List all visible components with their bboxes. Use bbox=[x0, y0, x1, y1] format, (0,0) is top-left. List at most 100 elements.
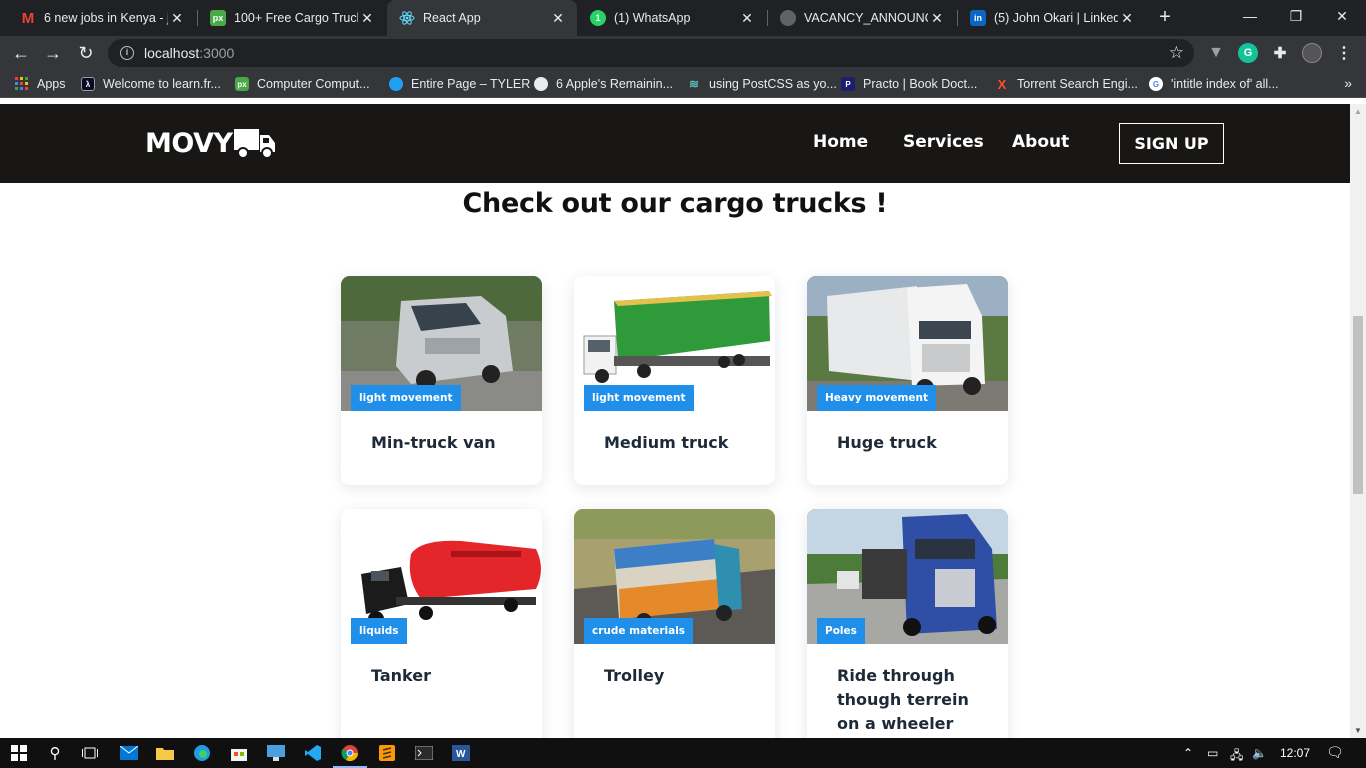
apps-grid-icon bbox=[15, 77, 29, 91]
truck-card[interactable]: light movement Min-truck van bbox=[341, 276, 542, 485]
bookmark-label: Computer Comput... bbox=[257, 77, 370, 91]
wave-icon: ≋ bbox=[688, 77, 700, 91]
scroll-up-icon[interactable]: ▲ bbox=[1354, 107, 1362, 116]
bookmark-label: 6 Apple's Remainin... bbox=[556, 77, 674, 91]
brand-logo[interactable]: MOVY bbox=[145, 126, 276, 160]
back-icon[interactable]: ← bbox=[9, 41, 33, 65]
tab-pixabay[interactable]: px 100+ Free Cargo Trucks ✕ bbox=[198, 0, 386, 36]
x-logo-icon: X bbox=[997, 76, 1007, 92]
chrome-icon[interactable] bbox=[333, 742, 367, 768]
grammarly-icon[interactable]: G bbox=[1238, 43, 1258, 63]
truck-card[interactable]: Poles Ride through though terrein on a w… bbox=[807, 509, 1008, 738]
bookmark-tyler[interactable]: Entire Page – TYLER bbox=[389, 75, 530, 93]
network-icon[interactable]: 🖧 bbox=[1230, 746, 1243, 767]
restore-icon[interactable]: ❐ bbox=[1273, 0, 1319, 32]
nav-home[interactable]: Home bbox=[813, 132, 868, 152]
bookmark-freecodecamp[interactable]: λ Welcome to learn.fr... bbox=[81, 75, 221, 93]
menu-dots-icon[interactable]: ⋮ bbox=[1334, 43, 1354, 63]
nav-services[interactable]: Services bbox=[903, 132, 984, 152]
bookmark-apps[interactable]: Apps bbox=[15, 75, 66, 93]
windows-start-icon[interactable] bbox=[8, 742, 30, 764]
terminal-icon[interactable] bbox=[413, 742, 435, 764]
tab-vacancy[interactable]: VACANCY_ANNOUNCEMENT ✕ bbox=[768, 0, 956, 36]
signup-button[interactable]: SIGN UP bbox=[1119, 123, 1224, 164]
bookmark-apple[interactable]: 6 Apple's Remainin... bbox=[534, 75, 673, 93]
close-tab-icon[interactable]: ✕ bbox=[1118, 10, 1136, 27]
bookmark-label: Welcome to learn.fr... bbox=[103, 77, 221, 91]
store-icon[interactable] bbox=[228, 742, 250, 764]
remote-desktop-icon[interactable] bbox=[265, 742, 287, 764]
mail-icon[interactable] bbox=[118, 742, 140, 764]
page-scrollbar[interactable]: ▲ ▼ bbox=[1350, 104, 1366, 738]
truck-logo-icon bbox=[233, 129, 275, 159]
profile-avatar[interactable] bbox=[1302, 43, 1322, 63]
scroll-thumb[interactable] bbox=[1353, 316, 1363, 494]
new-tab-icon[interactable]: + bbox=[1154, 6, 1176, 28]
reload-icon[interactable]: ↻ bbox=[74, 41, 98, 65]
tab-strip: M 6 new jobs in Kenya - jobs ✕ px 100+ F… bbox=[0, 0, 1366, 36]
word-icon[interactable]: W bbox=[450, 742, 472, 764]
page-heading: Check out our cargo trucks ! bbox=[462, 188, 888, 219]
brand-name: MOVY bbox=[145, 127, 233, 159]
tab-gmail[interactable]: M 6 new jobs in Kenya - jobs ✕ bbox=[8, 0, 196, 36]
close-tab-icon[interactable]: ✕ bbox=[168, 10, 186, 27]
globe-icon bbox=[780, 10, 796, 26]
close-window-icon[interactable]: ✕ bbox=[1319, 0, 1365, 32]
bookmark-computer[interactable]: px Computer Comput... bbox=[235, 75, 370, 93]
truck-card[interactable]: crude materials Trolley bbox=[574, 509, 775, 738]
circle-icon bbox=[389, 77, 403, 91]
sublime-text-icon[interactable] bbox=[376, 742, 398, 764]
bookmark-torrent[interactable]: X Torrent Search Engi... bbox=[995, 75, 1138, 93]
tray-chevron-icon[interactable]: ⌃ bbox=[1183, 746, 1193, 760]
forward-icon[interactable]: → bbox=[41, 41, 65, 65]
address-bar[interactable]: i localhost:3000 ☆ bbox=[108, 39, 1194, 67]
card-title: Huge truck bbox=[837, 433, 937, 452]
site-navbar: MOVY Home Services About SIGN UP bbox=[0, 104, 1350, 183]
bookmark-postcss[interactable]: ≋ using PostCSS as yo... bbox=[687, 75, 837, 93]
gmail-icon: M bbox=[21, 9, 35, 27]
battery-icon[interactable]: ▭ bbox=[1207, 746, 1218, 760]
bookmark-practo[interactable]: P Practo | Book Doct... bbox=[841, 75, 977, 93]
truck-card[interactable]: light movement Medium truck bbox=[574, 276, 775, 485]
page-viewport: MOVY Home Services About SIGN UP Check o… bbox=[0, 104, 1350, 738]
close-tab-icon[interactable]: ✕ bbox=[549, 10, 567, 27]
card-title: Ride through though terrein on a wheeler bbox=[837, 666, 969, 733]
bookmark-label: Apps bbox=[37, 77, 66, 91]
bookmark-star-icon[interactable]: ☆ bbox=[1169, 43, 1184, 63]
tab-linkedin[interactable]: in (5) John Okari | LinkedIn ✕ bbox=[958, 0, 1146, 36]
card-title: Trolley bbox=[604, 666, 665, 685]
site-info-icon[interactable]: i bbox=[120, 46, 134, 60]
file-explorer-icon[interactable] bbox=[154, 742, 176, 764]
tab-react-app[interactable]: React App ✕ bbox=[387, 0, 577, 36]
volume-icon[interactable]: 🔈 bbox=[1252, 746, 1267, 760]
bookmark-label: using PostCSS as yo... bbox=[709, 77, 837, 91]
close-tab-icon[interactable]: ✕ bbox=[358, 10, 376, 27]
extensions-icon[interactable]: ✚ bbox=[1270, 43, 1290, 63]
edge-icon[interactable] bbox=[191, 742, 213, 764]
close-tab-icon[interactable]: ✕ bbox=[928, 10, 946, 27]
truck-card[interactable]: Heavy movement Huge truck bbox=[807, 276, 1008, 485]
vscode-icon[interactable] bbox=[302, 742, 324, 764]
linkedin-icon: in bbox=[970, 10, 986, 26]
nav-about[interactable]: About bbox=[1012, 132, 1069, 152]
category-tag: Heavy movement bbox=[817, 385, 937, 411]
search-icon[interactable]: ⚲ bbox=[44, 742, 66, 764]
practo-icon: P bbox=[841, 77, 855, 91]
tab-title: VACANCY_ANNOUNCEMENT bbox=[804, 11, 928, 25]
notifications-icon[interactable]: 🗨 bbox=[1326, 744, 1344, 761]
tab-whatsapp[interactable]: 1 (1) WhatsApp ✕ bbox=[578, 0, 766, 36]
vimium-icon[interactable]: ▼ bbox=[1206, 43, 1226, 63]
bookmark-intitle[interactable]: G 'intitle index of' all... bbox=[1149, 75, 1279, 93]
category-tag: light movement bbox=[584, 385, 694, 411]
card-title: Tanker bbox=[371, 666, 431, 685]
minimize-icon[interactable]: — bbox=[1227, 0, 1273, 32]
truck-card[interactable]: liquids Tanker bbox=[341, 509, 542, 738]
taskbar-clock[interactable]: 12:07 bbox=[1280, 746, 1310, 760]
task-view-icon[interactable] bbox=[79, 742, 101, 764]
bookmark-label: Practo | Book Doct... bbox=[863, 77, 978, 91]
bookmarks-bar: Apps λ Welcome to learn.fr... px Compute… bbox=[0, 70, 1366, 98]
more-bookmarks-icon[interactable]: » bbox=[1344, 75, 1352, 91]
close-tab-icon[interactable]: ✕ bbox=[738, 10, 756, 27]
category-tag: liquids bbox=[351, 618, 407, 644]
scroll-down-icon[interactable]: ▼ bbox=[1354, 726, 1362, 735]
